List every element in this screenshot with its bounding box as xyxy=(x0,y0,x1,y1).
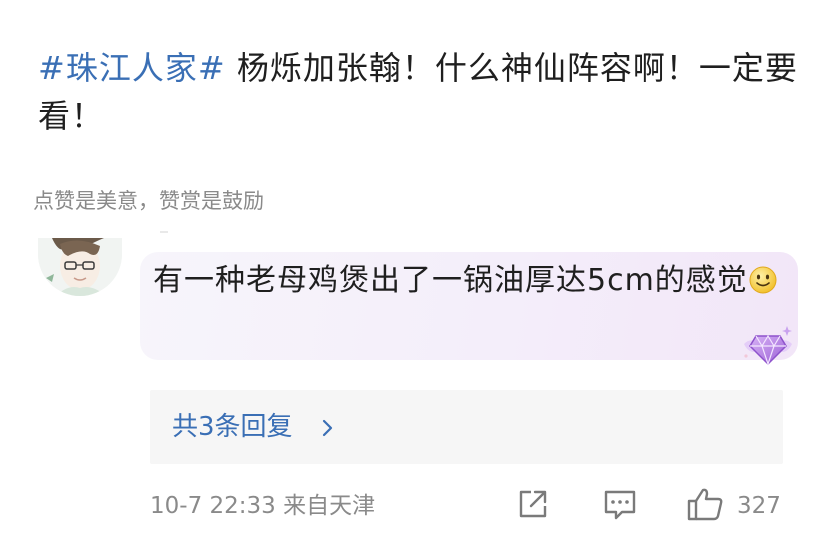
diamond-fan-badge-icon[interactable] xyxy=(740,322,796,370)
replies-box[interactable]: 共3条回复 xyxy=(150,390,783,464)
hashtag-link[interactable]: #珠江人家# xyxy=(38,49,226,87)
comment-location: 来自天津 xyxy=(283,493,376,519)
comment-body: 有一种老母鸡煲出了一锅油厚达5cm的感觉 xyxy=(153,263,748,298)
comment-text: 有一种老母鸡煲出了一锅油厚达5cm的感觉 xyxy=(153,259,778,303)
like-count: 327 xyxy=(737,493,781,519)
post-content: #珠江人家# 杨烁加张翰！什么神仙阵容啊！一定要看！ xyxy=(38,44,798,140)
smiley-emoji-icon xyxy=(748,264,778,294)
avatar-image xyxy=(38,238,122,296)
avatar[interactable] xyxy=(38,238,122,296)
comment-icon[interactable] xyxy=(602,486,638,522)
thumbs-up-icon[interactable] xyxy=(685,486,725,522)
share-icon[interactable] xyxy=(515,486,551,522)
replies-link[interactable]: 共3条回复 xyxy=(172,410,293,444)
divider xyxy=(160,231,168,233)
chevron-right-icon xyxy=(322,419,333,437)
comment-meta: 10-7 22:33 来自天津 xyxy=(150,490,375,522)
comment-time: 10-7 22:33 xyxy=(150,493,276,519)
reward-hint: 点赞是美意，赞赏是鼓励 xyxy=(33,189,264,213)
